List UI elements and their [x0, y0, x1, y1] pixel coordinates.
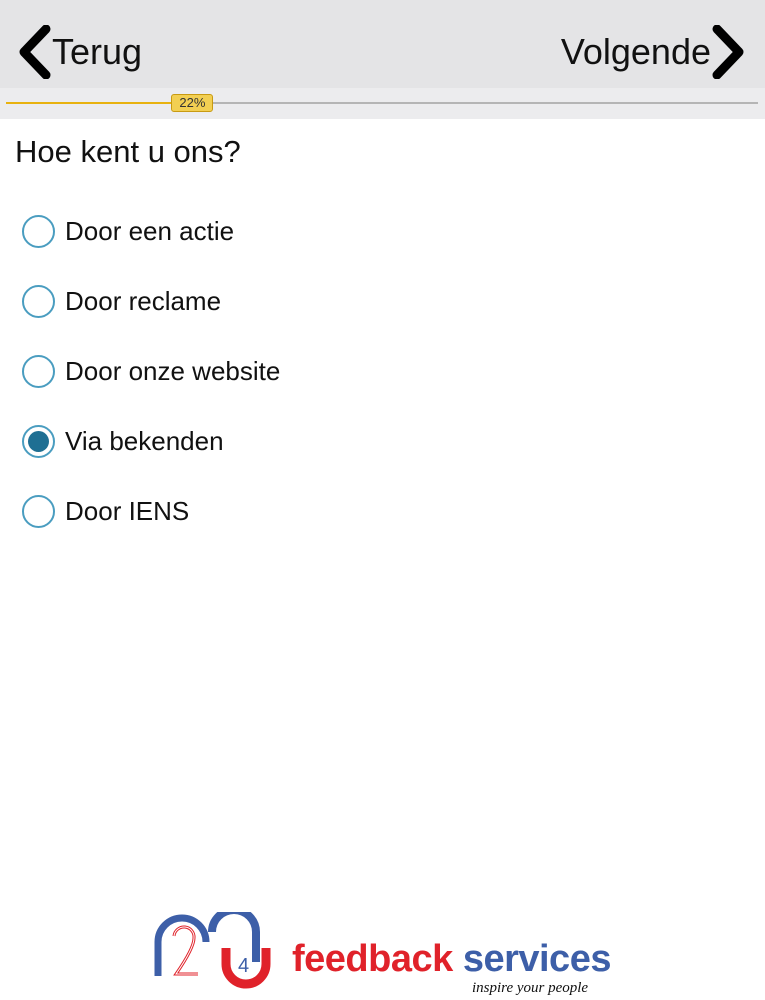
answer-option-label: Via bekenden [65, 425, 224, 456]
progress-track [6, 102, 758, 104]
back-button[interactable]: Terug [16, 22, 142, 82]
radio-button[interactable] [22, 494, 55, 528]
answer-option[interactable]: Door IENS [22, 476, 722, 546]
logo-word-services: services [462, 938, 612, 980]
back-label: Terug [52, 31, 143, 72]
progress-badge: 22% [171, 94, 214, 112]
chevron-right-icon [712, 25, 744, 79]
logo-tagline: inspire your people [472, 980, 589, 996]
answer-option-label: Door een actie [65, 215, 235, 246]
answer-option[interactable]: Door een actie [22, 196, 722, 266]
answer-option[interactable]: Door reclame [22, 266, 722, 336]
progress-area: 22% [0, 88, 765, 119]
answer-option-label: Door IENS [65, 495, 190, 526]
answer-option[interactable]: Via bekenden [22, 406, 722, 476]
answer-option-label: Door onze website [65, 355, 281, 386]
company-logo: 4 feedback services inspire your people [152, 910, 622, 1000]
answer-option[interactable]: Door onze website [22, 336, 722, 406]
progress-fill [6, 102, 172, 104]
radio-button[interactable] [22, 424, 55, 458]
logo-word-feedback: feedback [292, 938, 453, 980]
question-title: Hoe kent u ons? [15, 134, 241, 169]
answer-options: Door een actie Door reclame Door onze webs… [22, 196, 722, 546]
radio-selected-dot [28, 430, 49, 452]
radio-button[interactable] [22, 214, 55, 248]
svg-text:4: 4 [238, 955, 249, 977]
radio-button[interactable] [22, 284, 55, 318]
radio-button[interactable] [22, 354, 55, 388]
next-label: Volgende [560, 31, 711, 72]
logo-wordmark: feedback services [292, 938, 611, 981]
answer-option-label: Door reclame [65, 285, 222, 316]
next-button[interactable]: Volgende [561, 22, 747, 82]
top-nav-bar: Terug Volgende [0, 0, 765, 88]
chevron-left-icon [19, 25, 51, 79]
logo-mark: 4 [154, 912, 271, 989]
